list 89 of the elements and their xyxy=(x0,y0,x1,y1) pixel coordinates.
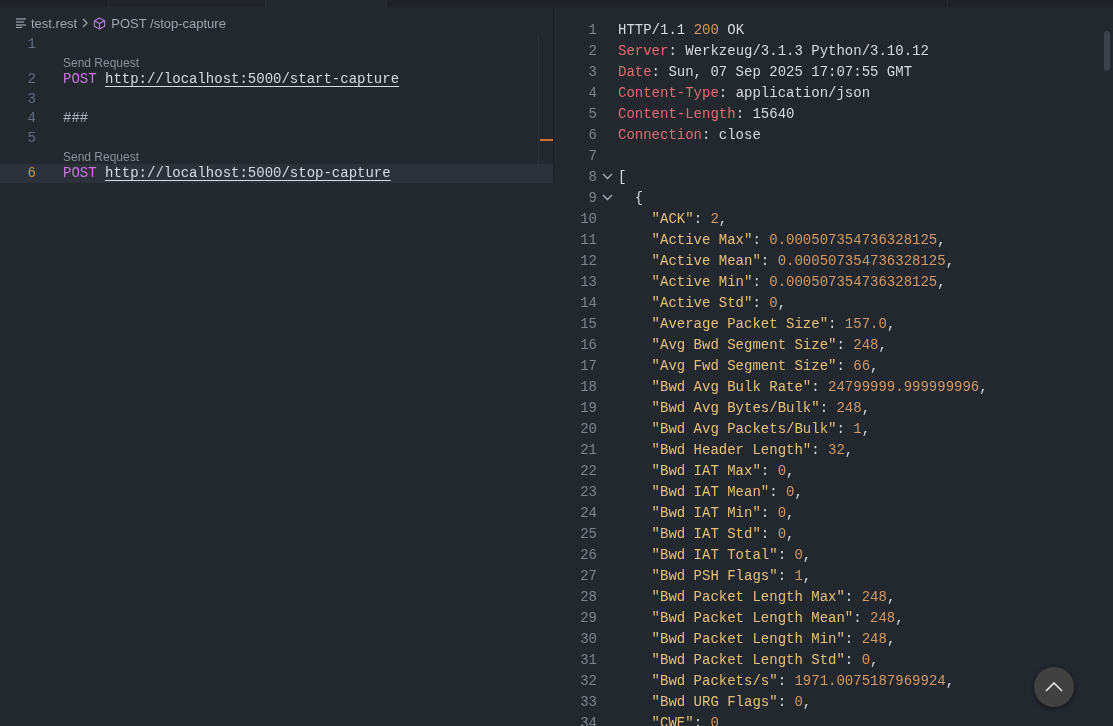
line-number: 22 xyxy=(579,462,597,479)
line-number: 18 xyxy=(579,378,597,395)
code-line: Connection: close xyxy=(618,126,761,143)
code-line: "Bwd IAT Max": 0, xyxy=(650,462,795,479)
line-number: 11 xyxy=(579,231,597,248)
code-line: "Bwd Packet Length Min": 248, xyxy=(650,630,896,647)
line-number: 31 xyxy=(579,651,597,668)
line-number: 8 xyxy=(587,168,597,185)
line-number: 17 xyxy=(579,357,597,374)
line-number: 19 xyxy=(579,399,597,416)
code-line: "Bwd Avg Packets/Bulk": 1, xyxy=(650,420,871,437)
code-line: "Bwd IAT Total": 0, xyxy=(650,546,812,563)
send-request-link[interactable]: Send Request xyxy=(63,149,140,164)
code-line: "Bwd Packet Length Std": 0, xyxy=(650,651,879,668)
send-request-link[interactable]: Send Request xyxy=(63,55,140,70)
line-number: 34 xyxy=(579,714,597,726)
line-number: 3 xyxy=(587,63,597,80)
line-number: 24 xyxy=(579,504,597,521)
overview-ruler-marker xyxy=(540,139,553,141)
line-number: 32 xyxy=(579,672,597,689)
line-number: 27 xyxy=(579,567,597,584)
line-number: 6 xyxy=(587,126,597,143)
breadcrumb-symbol[interactable]: POST /stop-capture xyxy=(111,15,226,31)
cube-icon xyxy=(93,16,107,30)
code-line: "Active Std": 0, xyxy=(650,294,787,311)
code-line: "Active Max": 0.000507354736328125, xyxy=(650,231,946,248)
line-number: 15 xyxy=(579,315,597,332)
line-number: 2 xyxy=(26,71,36,88)
breadcrumb-file[interactable]: test.rest xyxy=(31,15,78,31)
line-number: 21 xyxy=(579,441,597,458)
code-line: "Active Mean": 0.000507354736328125, xyxy=(650,252,955,269)
code-line: Server: Werkzeug/3.1.3 Python/3.10.12 xyxy=(618,42,929,59)
line-number: 13 xyxy=(579,273,597,290)
code-line: "Bwd IAT Mean": 0, xyxy=(650,483,803,500)
line-number: 30 xyxy=(579,630,597,647)
code-line: Date: Sun, 07 Sep 2025 17:07:55 GMT xyxy=(618,63,913,80)
code-line: "Avg Bwd Segment Size": 248, xyxy=(650,336,887,353)
chevron-up-icon xyxy=(1045,682,1063,692)
code-line: "Average Packet Size": 157.0, xyxy=(650,315,896,332)
line-number: 28 xyxy=(579,588,597,605)
line-number: 33 xyxy=(579,693,597,710)
code-line: "Bwd IAT Min": 0, xyxy=(650,504,795,521)
line-number: 25 xyxy=(579,525,597,542)
code-line: "Bwd Packet Length Mean": 248, xyxy=(650,609,904,626)
code-line: POST http://localhost:5000/stop-capture xyxy=(63,165,391,182)
scroll-to-top-button[interactable] xyxy=(1034,667,1074,707)
line-number: 12 xyxy=(579,252,597,269)
code-line: { xyxy=(633,189,644,206)
code-line: ### xyxy=(63,110,89,127)
line-number: 5 xyxy=(587,105,597,122)
line-number: 20 xyxy=(579,420,597,437)
chevron-down-icon[interactable] xyxy=(602,173,613,180)
chevron-right-icon xyxy=(82,18,89,28)
line-number: 2 xyxy=(587,42,597,59)
line-number: 10 xyxy=(579,210,597,227)
code-line: "Active Min": 0.000507354736328125, xyxy=(650,273,946,290)
line-number: 29 xyxy=(579,609,597,626)
line-number: 14 xyxy=(579,294,597,311)
line-number: 1 xyxy=(587,21,597,38)
line-number: 4 xyxy=(587,84,597,101)
chevron-down-icon[interactable] xyxy=(602,194,613,201)
code-line: "Bwd PSH Flags": 1, xyxy=(650,567,812,584)
line-number: 4 xyxy=(26,110,36,127)
line-number: 16 xyxy=(579,336,597,353)
code-line: "CWE": 0 xyxy=(650,714,719,726)
code-line: "Bwd Packets/s": 1971.0075187969924, xyxy=(650,672,955,689)
lines-icon xyxy=(16,18,26,28)
code-line: "Bwd Header Length": 32, xyxy=(650,441,854,458)
line-number: 6 xyxy=(26,165,36,182)
code-line: "Bwd URG Flags": 0, xyxy=(650,693,812,710)
scrollbar-thumb[interactable] xyxy=(1104,31,1110,71)
code-line: Content-Length: 15640 xyxy=(618,105,795,122)
code-line: "Avg Fwd Segment Size": 66, xyxy=(650,357,879,374)
code-line: "Bwd Packet Length Max": 248, xyxy=(650,588,896,605)
line-number: 3 xyxy=(26,90,36,107)
line-number: 9 xyxy=(587,189,597,206)
code-line: [ xyxy=(618,168,627,185)
code-line: "Bwd Avg Bulk Rate": 24799999.999999996, xyxy=(650,378,988,395)
code-line: "Bwd Avg Bytes/Bulk": 248, xyxy=(650,399,871,416)
line-number: 5 xyxy=(26,129,36,146)
code-line: Content-Type: application/json xyxy=(618,84,871,101)
line-number: 7 xyxy=(587,147,597,164)
line-number: 23 xyxy=(579,483,597,500)
code-line: "Bwd IAT Std": 0, xyxy=(650,525,795,542)
code-line: "ACK": 2, xyxy=(650,210,728,227)
line-number: 1 xyxy=(26,35,36,52)
line-number: 26 xyxy=(579,546,597,563)
code-line: POST http://localhost:5000/start-capture xyxy=(63,71,400,88)
code-line: HTTP/1.1 200 OK xyxy=(618,21,745,38)
